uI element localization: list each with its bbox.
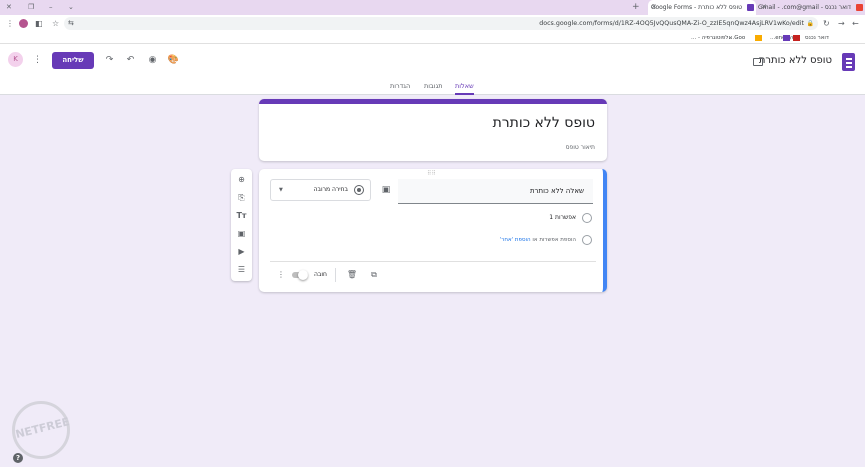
reload-icon[interactable]: ↻ bbox=[823, 15, 830, 32]
gmail-favicon-icon bbox=[856, 4, 863, 11]
more-options-icon[interactable]: ⋮ bbox=[31, 54, 44, 67]
add-other-link[interactable]: הוספת 'אחר' bbox=[500, 237, 531, 243]
forms-header: טופס ללא כותרת K ⋮ שליחה ↷ ↶ ◉ 🎨 שאלות ת… bbox=[0, 44, 865, 95]
add-title-icon[interactable]: Tт bbox=[235, 209, 248, 222]
option-text[interactable]: אפשרות 1 bbox=[549, 213, 576, 223]
bookmark-star-icon[interactable]: ☆ bbox=[52, 15, 59, 32]
avatar[interactable]: K bbox=[8, 52, 23, 67]
question-type-select[interactable]: בחירה מרובה ▼ bbox=[270, 179, 371, 201]
form-title[interactable]: טופס ללא כותרת bbox=[493, 115, 595, 131]
doc-title[interactable]: טופס ללא כותרת bbox=[759, 55, 832, 66]
chevron-down-icon: ▼ bbox=[279, 187, 283, 193]
delete-icon[interactable]: 🗑 bbox=[346, 269, 358, 281]
browser-toolbar: ⋮ ◧ ☆ ⇆ docs.google.com/forms/d/1RZ-4OQ5… bbox=[0, 15, 865, 32]
app-window: ✕ ❐ – ⌄ + ✕ טופס ללא כותרת - Google Form… bbox=[0, 0, 865, 467]
add-option-row: הוספת אפשרות או הוספת 'אחר' bbox=[482, 235, 592, 246]
form-tabs: שאלות תגובות הגדרות bbox=[0, 79, 865, 95]
help-icon[interactable]: ? bbox=[13, 453, 23, 463]
duplicate-icon[interactable]: ⧉ bbox=[368, 269, 380, 281]
divider bbox=[270, 261, 596, 262]
divider bbox=[335, 268, 336, 282]
import-questions-icon[interactable]: ⎘ bbox=[235, 191, 248, 204]
url-text: docs.google.com/forms/d/1RZ-4OQ5JvQQusQM… bbox=[539, 20, 804, 27]
redo-icon[interactable]: ↷ bbox=[103, 54, 116, 67]
gmail-bookmark-icon bbox=[793, 35, 800, 41]
new-tab-button[interactable]: + bbox=[632, 0, 640, 15]
close-window-icon[interactable]: ✕ bbox=[6, 0, 12, 15]
question-input[interactable]: שאלה ללא כותרת bbox=[398, 179, 593, 204]
required-toggle[interactable] bbox=[292, 270, 308, 280]
restore-window-icon[interactable]: ❐ bbox=[28, 0, 34, 15]
forward-icon[interactable]: → bbox=[838, 15, 845, 32]
add-image-icon[interactable]: ▣ bbox=[380, 184, 392, 196]
back-icon[interactable]: ← bbox=[852, 15, 859, 32]
watermark-text: NETFREE bbox=[14, 415, 71, 442]
radio-type-icon bbox=[354, 185, 364, 195]
more-options-icon[interactable]: ⋮ bbox=[275, 269, 287, 281]
minimize-window-icon[interactable]: – bbox=[49, 0, 53, 15]
bookmarks-bar: דואר נכנס eneiiyo... אלפוטוגרפיה - ... G… bbox=[0, 32, 865, 44]
bookmark-item[interactable]: דואר נכנס bbox=[805, 32, 829, 44]
send-button[interactable]: שליחה bbox=[52, 52, 94, 69]
question-card[interactable]: ⠿⠿ שאלה ללא כותרת ▣ בחירה מרובה ▼ אפשרות… bbox=[259, 169, 607, 292]
add-image-icon[interactable]: ▣ bbox=[235, 227, 248, 240]
tab-title: טופס ללא כותרת - Google Forms bbox=[650, 4, 742, 11]
tab-title: דואר נכנס - Gmail - .com@gmail bbox=[758, 4, 851, 11]
side-panel-icon[interactable]: ◧ bbox=[35, 15, 43, 32]
address-bar[interactable]: ⇆ docs.google.com/forms/d/1RZ-4OQ5JvQQus… bbox=[64, 17, 818, 30]
move-to-folder-icon[interactable] bbox=[753, 58, 763, 66]
menu-icon[interactable]: ⋮ bbox=[6, 15, 14, 32]
add-video-icon[interactable]: ▶ bbox=[235, 245, 248, 258]
share-icon[interactable]: ⇆ bbox=[68, 15, 74, 32]
undo-icon[interactable]: ↶ bbox=[124, 54, 137, 67]
required-label: חובה bbox=[314, 271, 327, 278]
form-description-field[interactable]: תיאור טופס bbox=[566, 144, 595, 151]
option-radio-icon bbox=[582, 213, 592, 223]
site-info-icon[interactable]: 🔒 bbox=[807, 15, 814, 32]
tab-responses[interactable]: תגובות bbox=[424, 79, 443, 93]
form-title-card: טופס ללא כותרת תיאור טופס bbox=[259, 99, 607, 161]
question-type-label: בחירה מרובה bbox=[313, 186, 348, 193]
close-tab-icon[interactable]: ✕ bbox=[761, 0, 767, 15]
add-question-icon[interactable]: ⊕ bbox=[235, 173, 248, 186]
add-section-icon[interactable]: ☰ bbox=[235, 263, 248, 276]
question-text: שאלה ללא כותרת bbox=[529, 187, 584, 195]
google-forms-logo-icon[interactable] bbox=[842, 53, 855, 71]
profile-icon[interactable] bbox=[19, 19, 28, 28]
netfree-watermark-logo: NETFREE bbox=[12, 401, 71, 459]
option-radio-icon bbox=[582, 235, 592, 245]
folder-icon bbox=[755, 35, 762, 41]
add-option-text: הוספת אפשרות או הוספת 'אחר' bbox=[500, 235, 576, 245]
option-row: אפשרות 1 bbox=[532, 213, 592, 224]
bookmark-item[interactable]: Goo... bbox=[729, 32, 745, 44]
floating-toolbar: ⊕ ⎘ Tт ▣ ▶ ☰ bbox=[231, 169, 252, 281]
drag-handle-icon[interactable]: ⠿⠿ bbox=[427, 170, 436, 177]
browser-tab-forms[interactable]: ✕ טופס ללא כותרת - Google Forms bbox=[648, 0, 756, 15]
browser-tab-strip: ✕ ❐ – ⌄ + ✕ טופס ללא כותרת - Google Form… bbox=[0, 0, 865, 15]
preview-eye-icon[interactable]: ◉ bbox=[146, 54, 159, 67]
customize-theme-icon[interactable]: 🎨 bbox=[167, 54, 180, 67]
add-option-link[interactable]: הוספת אפשרות bbox=[539, 237, 576, 243]
tab-search-icon[interactable]: ⌄ bbox=[68, 0, 74, 15]
close-tab-icon[interactable]: ✕ bbox=[651, 0, 657, 15]
tab-settings[interactable]: הגדרות bbox=[390, 79, 410, 93]
browser-tab-gmail[interactable]: ✕ דואר נכנס - Gmail - .com@gmail bbox=[758, 0, 865, 15]
tab-questions[interactable]: שאלות bbox=[455, 79, 474, 95]
forms-favicon-icon bbox=[747, 4, 754, 11]
or-label: או bbox=[532, 237, 538, 243]
forms-bookmark-icon bbox=[783, 35, 790, 41]
bookmark-item[interactable]: אלפוטוגרפיה - ... bbox=[691, 32, 732, 44]
